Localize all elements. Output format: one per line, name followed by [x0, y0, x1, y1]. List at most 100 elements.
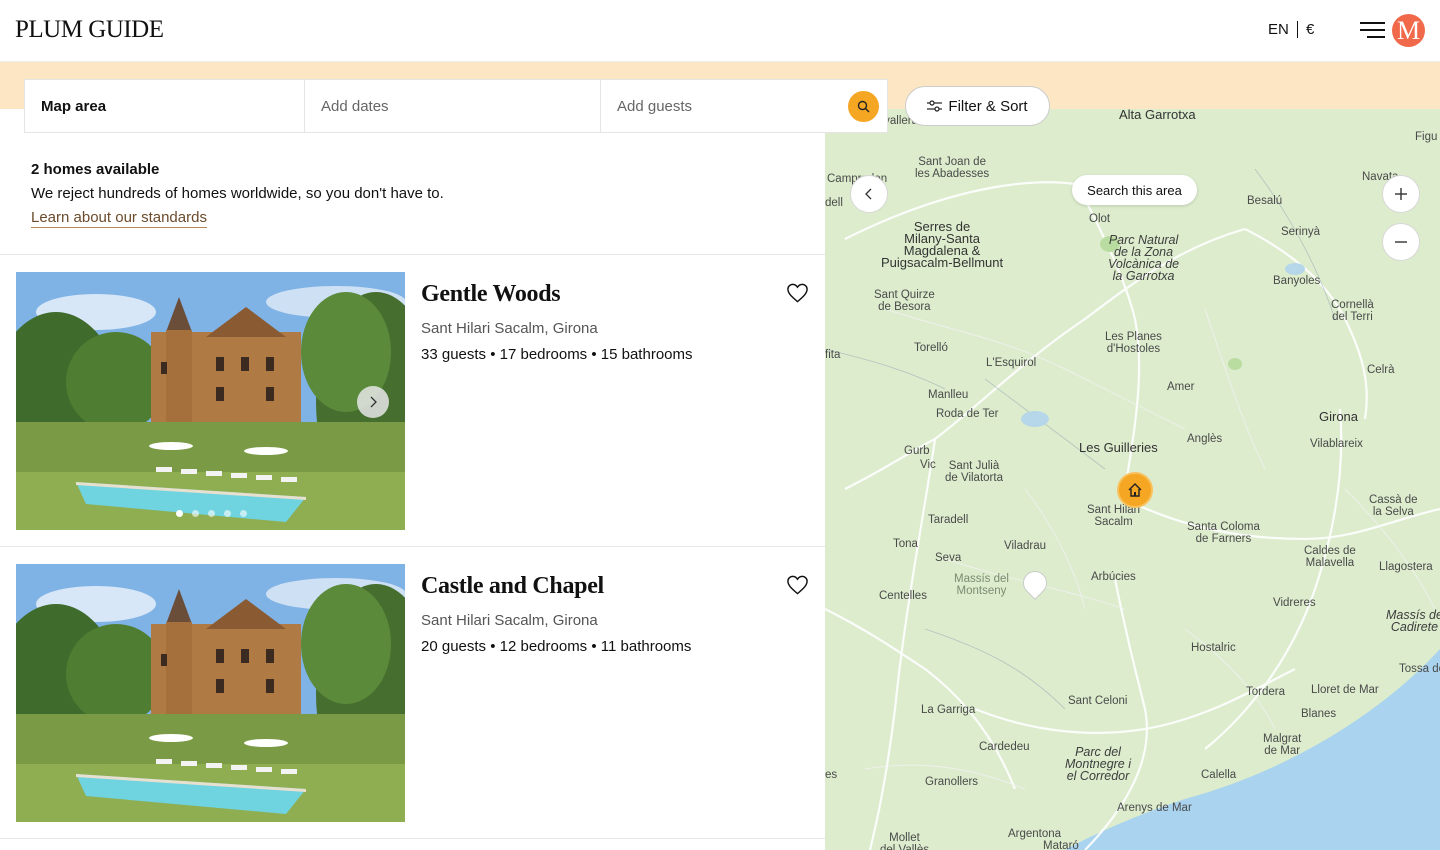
- listing-meta: 20 guests • 12 bedrooms • 11 bathrooms: [421, 638, 692, 655]
- results-intro: 2 homes available We reject hundreds of …: [31, 161, 444, 228]
- collapse-map-button[interactable]: [850, 175, 888, 213]
- chevron-left-icon: [865, 188, 872, 200]
- map-label: Gurb: [904, 445, 930, 457]
- results-count: 2 homes available: [31, 161, 160, 178]
- map-label: Les Guilleries: [1079, 440, 1158, 455]
- plum-guide-logo[interactable]: PLUM GUIDE: [15, 16, 164, 44]
- map-label: Vilablareix: [1310, 438, 1363, 450]
- header-divider: [1297, 21, 1298, 38]
- map-label: Caldes de Malavella: [1304, 545, 1356, 569]
- map-label: dell: [825, 197, 843, 209]
- filter-sort-button[interactable]: Filter & Sort: [905, 86, 1050, 126]
- results-tagline: We reject hundreds of homes worldwide, s…: [31, 185, 444, 202]
- map-label: Les Planes d'Hostoles: [1105, 331, 1162, 355]
- map-label: Tossa de: [1399, 663, 1440, 675]
- search-bar: Map area Add dates Add guests: [24, 79, 888, 133]
- dates-field[interactable]: Add dates: [305, 80, 601, 132]
- plus-icon: [1395, 188, 1407, 200]
- map-label: Tordera: [1246, 686, 1285, 698]
- map-label: Blanes: [1301, 708, 1337, 720]
- map-label: Girona: [1319, 409, 1359, 424]
- map-label: Arbúcies: [1091, 571, 1136, 583]
- map-label: Cardedeu: [979, 741, 1030, 753]
- zoom-in-button[interactable]: [1382, 175, 1420, 213]
- language-selector[interactable]: EN: [1268, 21, 1289, 38]
- map-label: es: [825, 769, 838, 781]
- map-label: Sant Celoni: [1068, 695, 1128, 707]
- map-label: Celrà: [1367, 364, 1395, 376]
- map-label: Serinyà: [1281, 226, 1320, 238]
- map-label: Alta Garrotxa: [1119, 109, 1196, 122]
- map-label: Seva: [935, 552, 962, 564]
- minus-icon: [1395, 241, 1407, 243]
- sliders-icon: [927, 99, 943, 112]
- listing-title[interactable]: Castle and Chapel: [421, 573, 604, 600]
- map-label: L'Esquirol: [986, 357, 1037, 369]
- search-icon: [857, 100, 870, 113]
- divider: [0, 838, 825, 839]
- map-label: Anglès: [1187, 433, 1223, 445]
- zoom-out-button[interactable]: [1382, 223, 1420, 261]
- map-view[interactable]: Alta Garrotxa ra Cavallera Figu Sant Joa…: [825, 109, 1440, 850]
- map-label: Torelló: [914, 342, 948, 354]
- map-label: Santa Coloma de Farners: [1187, 521, 1260, 545]
- map-label: Massís de Cadirete: [1386, 608, 1440, 634]
- search-this-area-button[interactable]: Search this area: [1072, 175, 1197, 205]
- map-label: Granollers: [925, 776, 979, 788]
- map-label: Hostalric: [1191, 642, 1236, 654]
- filter-sort-label: Filter & Sort: [948, 97, 1028, 115]
- map-label: Manlleu: [928, 389, 969, 401]
- map-label: Massís del Montseny: [954, 573, 1009, 597]
- map-label: Sant Quirze de Besora: [874, 289, 935, 313]
- heart-icon[interactable]: [786, 574, 809, 596]
- listing-location: Sant Hilari Sacalm, Girona: [421, 320, 598, 337]
- listing-title[interactable]: Gentle Woods: [421, 281, 561, 308]
- listing-card[interactable]: Castle and Chapel Sant Hilari Sacalm, Gi…: [0, 564, 825, 839]
- map-label: Cornellà del Terri: [1331, 299, 1374, 323]
- next-photo-button[interactable]: [357, 386, 389, 418]
- map-label: Llagostera: [1379, 561, 1433, 573]
- map-label: Cassà de la Selva: [1369, 494, 1418, 518]
- user-avatar[interactable]: M: [1392, 14, 1425, 47]
- map-label: Centelles: [879, 590, 927, 602]
- map-label: Viladrau: [1004, 540, 1046, 552]
- map-label: Parc del Montnegre i el Corredor: [1065, 745, 1132, 783]
- heart-icon[interactable]: [786, 282, 809, 304]
- hamburger-menu-icon[interactable]: [1360, 22, 1385, 38]
- map-label: Mollet del Vallès: [880, 832, 930, 850]
- map-label: Arenys de Mar: [1117, 802, 1192, 814]
- guests-field[interactable]: Add guests: [601, 80, 887, 132]
- map-label: Serres de Milany-Santa Magdalena & Puigs…: [881, 219, 1004, 270]
- chevron-right-icon: [370, 396, 377, 408]
- currency-selector[interactable]: €: [1306, 21, 1314, 38]
- map-label: Calella: [1201, 769, 1237, 781]
- map-label: Sant Joan de les Abadesses: [915, 156, 990, 180]
- map-label: Amer: [1167, 381, 1195, 393]
- map-label: Taradell: [928, 514, 969, 526]
- standards-link[interactable]: Learn about our standards: [31, 209, 207, 228]
- listing-photo[interactable]: [16, 564, 405, 822]
- home-icon: [1128, 483, 1142, 497]
- listing-card[interactable]: Gentle Woods Sant Hilari Sacalm, Girona …: [0, 272, 825, 547]
- map-label: Parc Natural de la Zona Volcànica de la …: [1108, 233, 1180, 283]
- map-label: Olot: [1089, 213, 1111, 225]
- divider: [0, 254, 825, 255]
- map-label: Roda de Ter: [936, 408, 999, 420]
- listing-location: Sant Hilari Sacalm, Girona: [421, 612, 598, 629]
- map-label: Malgrat de Mar: [1263, 733, 1302, 757]
- guests-placeholder: Add guests: [617, 97, 693, 115]
- listing-photo[interactable]: [16, 272, 405, 530]
- search-button[interactable]: [848, 91, 879, 122]
- photo-dots: [176, 510, 247, 517]
- map-label: Banyoles: [1273, 275, 1321, 287]
- map-label: Besalú: [1247, 195, 1283, 207]
- listing-map-pin[interactable]: [1117, 472, 1153, 508]
- location-field[interactable]: Map area: [25, 80, 305, 132]
- map-label: Figu: [1415, 131, 1438, 143]
- top-header: PLUM GUIDE EN € M: [0, 0, 1440, 62]
- map-label: Mataró: [1043, 840, 1079, 850]
- listing-meta: 33 guests • 17 bedrooms • 15 bathrooms: [421, 346, 693, 363]
- map-label: Argentona: [1008, 828, 1062, 840]
- map-label: Vidreres: [1273, 597, 1316, 609]
- map-label: fita: [825, 349, 841, 361]
